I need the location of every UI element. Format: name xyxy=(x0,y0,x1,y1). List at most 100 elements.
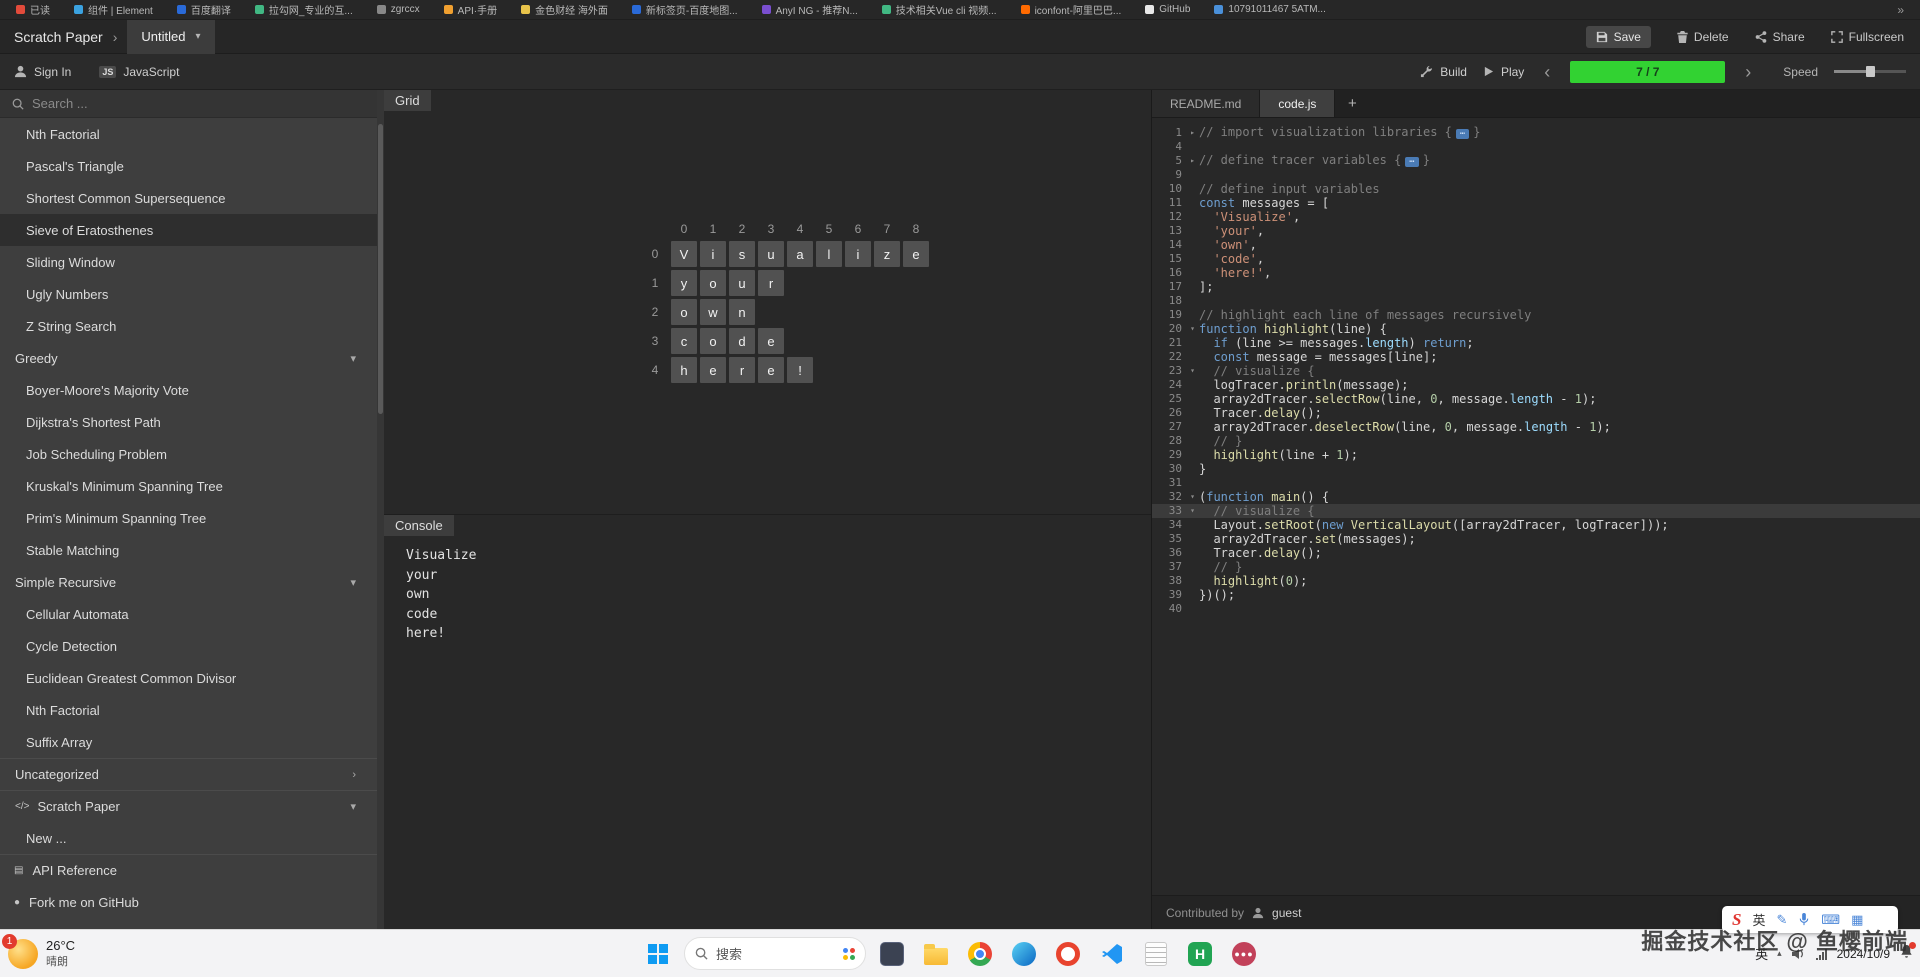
fold-toggle-icon[interactable]: ▾ xyxy=(1186,322,1199,336)
tray-expand-icon[interactable]: ▴ xyxy=(1777,948,1782,959)
tab-readme-md[interactable]: README.md xyxy=(1152,90,1261,117)
sidebar-search[interactable] xyxy=(0,90,384,118)
taskbar-weather-widget[interactable]: 1 26°C 晴朗 xyxy=(2,930,75,977)
sidebar-item-job-scheduling-problem[interactable]: Job Scheduling Problem xyxy=(0,438,384,470)
network-icon[interactable] xyxy=(1814,947,1828,961)
sidebar-item-api-reference[interactable]: ▤ API Reference xyxy=(0,854,384,886)
author-name[interactable]: guest xyxy=(1272,906,1301,920)
folded-code-badge[interactable]: ⋯ xyxy=(1405,157,1419,167)
pen-icon[interactable]: ✎ xyxy=(1776,912,1787,928)
code-line[interactable]: 35 array2dTracer.set(messages); xyxy=(1152,532,1920,546)
ime-language-indicator[interactable]: 英 xyxy=(1755,944,1768,963)
sidebar-item-cellular-automata[interactable]: Cellular Automata xyxy=(0,598,384,630)
volume-icon[interactable] xyxy=(1791,947,1805,961)
language-selector[interactable]: JS JavaScript xyxy=(99,65,179,79)
code-line[interactable]: 31 xyxy=(1152,476,1920,490)
bookmark-item[interactable]: AnyI NG - 推荐N... xyxy=(761,2,858,17)
bookmark-item[interactable]: 新标签页-百度地图... xyxy=(631,2,738,17)
notepad-icon[interactable] xyxy=(1138,936,1174,972)
code-line[interactable]: 12 'Visualize', xyxy=(1152,210,1920,224)
code-line[interactable]: 17]; xyxy=(1152,280,1920,294)
add-tab-button[interactable]: + xyxy=(1335,90,1369,117)
code-line[interactable]: 24 logTracer.println(message); xyxy=(1152,378,1920,392)
code-line[interactable]: 21 if (line >= messages.length) return; xyxy=(1152,336,1920,350)
build-button[interactable]: Build xyxy=(1420,65,1467,79)
sidebar-item-boyer-moore-s-majority-vote[interactable]: Boyer-Moore's Majority Vote xyxy=(0,374,384,406)
visual-search-icon[interactable] xyxy=(843,947,855,960)
sidebar-scrollbar-thumb[interactable] xyxy=(378,124,383,414)
sidebar-item-prim-s-minimum-spanning-tree[interactable]: Prim's Minimum Spanning Tree xyxy=(0,502,384,534)
bookmark-item[interactable]: zgrccx xyxy=(376,4,420,15)
code-line[interactable]: 36 Tracer.delay(); xyxy=(1152,546,1920,560)
chrome-icon[interactable] xyxy=(962,936,998,972)
code-line[interactable]: 18 xyxy=(1152,294,1920,308)
share-button[interactable]: Share xyxy=(1755,30,1805,44)
clock-date[interactable]: 2024/10/9 xyxy=(1837,947,1890,961)
sidebar-item-new[interactable]: New ... xyxy=(0,822,384,854)
fold-toggle-icon[interactable]: ▸ xyxy=(1186,154,1199,168)
search-input[interactable] xyxy=(32,96,332,111)
file-explorer-icon[interactable] xyxy=(918,936,954,972)
bookmark-item[interactable]: 金色财经 海外面 xyxy=(521,2,608,17)
code-line[interactable]: 1 ▸// import visualization libraries {⋯} xyxy=(1152,125,1920,140)
fullscreen-button[interactable]: Fullscreen xyxy=(1830,30,1904,44)
notification-bell-icon[interactable] xyxy=(1899,941,1916,964)
mic-icon[interactable] xyxy=(1798,913,1810,926)
code-line[interactable]: 11 const messages = [ xyxy=(1152,196,1920,210)
speed-slider-thumb[interactable] xyxy=(1866,66,1876,77)
code-line[interactable]: 15 'code', xyxy=(1152,252,1920,266)
sidebar-item-pascal-s-triangle[interactable]: Pascal's Triangle xyxy=(0,150,384,182)
sidebar-item-euclidean-greatest-common-divisor[interactable]: Euclidean Greatest Common Divisor xyxy=(0,662,384,694)
code-line[interactable]: 40 xyxy=(1152,602,1920,616)
code-line[interactable]: 16 'here!', xyxy=(1152,266,1920,280)
sign-in-button[interactable]: Sign In xyxy=(14,65,71,79)
bookmark-item[interactable]: 拉勾网_专业的互... xyxy=(254,2,353,17)
ime-toolbar[interactable]: S 英 ✎ ⌨ ▦ xyxy=(1722,906,1898,933)
bookmark-item[interactable]: GitHub xyxy=(1145,4,1190,15)
vscode-icon[interactable] xyxy=(1094,936,1130,972)
grid-icon[interactable]: ▦ xyxy=(1851,912,1863,928)
sidebar-item-cycle-detection[interactable]: Cycle Detection xyxy=(0,630,384,662)
code-line[interactable]: 13 'your', xyxy=(1152,224,1920,238)
breadcrumb[interactable]: Scratch Paper › xyxy=(14,29,117,45)
code-line[interactable]: 30} xyxy=(1152,462,1920,476)
bookmark-item[interactable]: 10791011467 5ATM... xyxy=(1214,4,1326,15)
taskbar-search[interactable]: 搜索 xyxy=(684,937,866,970)
code-line[interactable]: 27 array2dTracer.deselectRow(line, 0, me… xyxy=(1152,420,1920,434)
code-line[interactable]: 37 // } xyxy=(1152,560,1920,574)
start-button[interactable] xyxy=(640,936,676,972)
delete-button[interactable]: Delete xyxy=(1677,30,1729,44)
keyboard-icon[interactable]: ⌨ xyxy=(1821,912,1840,928)
sidebar-item-sieve-of-eratosthenes[interactable]: Sieve of Eratosthenes xyxy=(0,214,384,246)
sidebar-category-scratch-paper[interactable]: </> Scratch Paper ▾ xyxy=(0,790,384,822)
sidebar-item-ugly-numbers[interactable]: Ugly Numbers xyxy=(0,278,384,310)
sidebar-category-greedy[interactable]: Greedy ▾ xyxy=(0,342,384,374)
bookmark-item[interactable]: iconfont-阿里巴巴... xyxy=(1020,2,1121,17)
save-button[interactable]: Save xyxy=(1585,25,1651,48)
code-line[interactable]: 29 highlight(line + 1); xyxy=(1152,448,1920,462)
bookmark-item[interactable]: 技术相关Vue cli 视频... xyxy=(881,2,997,17)
sidebar-category-simple-recursive[interactable]: Simple Recursive ▾ xyxy=(0,566,384,598)
widgets-app-icon[interactable] xyxy=(874,936,910,972)
sidebar-category-uncategorized[interactable]: Uncategorized › xyxy=(0,758,384,790)
app-dots-icon[interactable]: ●●● xyxy=(1226,936,1262,972)
code-line[interactable]: 38 highlight(0); xyxy=(1152,574,1920,588)
bookmark-item[interactable]: 百度翻译 xyxy=(176,2,231,17)
step-prev-button[interactable]: ‹ xyxy=(1540,63,1554,81)
sidebar-item-stable-matching[interactable]: Stable Matching xyxy=(0,534,384,566)
edge-icon[interactable] xyxy=(1006,936,1042,972)
fold-toggle-icon[interactable]: ▾ xyxy=(1186,490,1199,504)
progress-bar[interactable]: 7 / 7 xyxy=(1570,60,1726,83)
code-line[interactable]: 33 ▾ // visualize { xyxy=(1152,504,1920,518)
security-app-icon[interactable]: H xyxy=(1182,936,1218,972)
browser-360-icon[interactable] xyxy=(1050,936,1086,972)
fold-toggle-icon[interactable]: ▾ xyxy=(1186,364,1199,378)
code-line[interactable]: 20 ▾ function highlight(line) { xyxy=(1152,322,1920,336)
tab-code-js[interactable]: code.js xyxy=(1260,90,1336,117)
sidebar-item-sliding-window[interactable]: Sliding Window xyxy=(0,246,384,278)
bookmark-item[interactable]: 组件 | Element xyxy=(74,2,153,17)
code-line[interactable]: 19 // highlight each line of messages rec… xyxy=(1152,308,1920,322)
code-line[interactable]: 4 xyxy=(1152,140,1920,154)
file-tab-untitled[interactable]: Untitled ▾ xyxy=(127,19,215,54)
sidebar-item-fork-me-on-github[interactable]: ● Fork me on GitHub xyxy=(0,886,384,918)
